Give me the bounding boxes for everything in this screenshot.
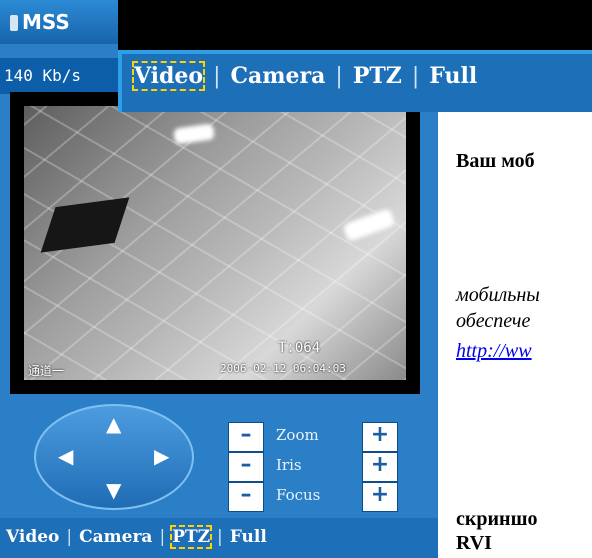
menu-separator: | (411, 63, 420, 89)
document-link[interactable]: http://ww (456, 340, 532, 363)
focus-control: – Focus + (228, 482, 398, 512)
menu-separator: | (217, 527, 223, 547)
menu-separator: | (335, 63, 343, 89)
focus-label: Focus (276, 486, 321, 504)
osd-time-label: T:064 (278, 340, 321, 356)
arrow-down-icon[interactable]: ▼ (106, 480, 121, 500)
osd-channel-label: 通道一 (28, 364, 65, 378)
iris-label: Iris (276, 456, 302, 474)
arrow-up-icon[interactable]: ▲ (106, 414, 121, 434)
bandwidth-readout: 140 Kb/s (0, 58, 122, 94)
document-heading: Ваш моб (456, 150, 535, 172)
overlay-menu-item-camera[interactable]: Camera (231, 63, 326, 89)
overlay-menu-item-full[interactable]: Full (429, 63, 477, 89)
arrow-right-icon[interactable]: ▶ (154, 446, 169, 466)
menu-item-video[interactable]: Video (6, 527, 59, 547)
focus-far-button[interactable]: + (362, 482, 398, 512)
camera-feed: T:064 通道一 2006-02-12 06:04:03 (24, 106, 406, 380)
zoom-control: – Zoom + (228, 422, 398, 452)
video-viewport[interactable]: T:064 通道一 2006-02-12 06:04:03 (10, 92, 420, 394)
iris-close-button[interactable]: – (228, 452, 264, 482)
app-title: MSS (22, 10, 70, 34)
zoom-in-button[interactable]: + (362, 422, 398, 452)
focus-near-button[interactable]: – (228, 482, 264, 512)
zoom-out-button[interactable]: – (228, 422, 264, 452)
menu-separator: | (66, 527, 73, 547)
phone-icon (10, 15, 18, 31)
overlay-menu-bar: Video | Camera | PTZ | Full (118, 50, 592, 112)
document-caption: скриншо (456, 508, 538, 530)
document-italic-line: обеспече (456, 310, 531, 332)
menu-item-full[interactable]: Full (230, 527, 267, 547)
arrow-left-icon[interactable]: ◀ (58, 446, 73, 466)
document-caption: RVI (456, 532, 492, 554)
app-title-bar: MSS (0, 0, 120, 44)
overlay-menu-item-video[interactable]: Video (131, 61, 206, 91)
document-italic-line: мобильны (456, 284, 540, 306)
bottom-menu-bar: Video | Camera | PTZ | Full (0, 518, 438, 558)
menu-item-camera[interactable]: Camera (79, 527, 152, 547)
menu-item-ptz[interactable]: PTZ (170, 525, 213, 549)
zoomed-menu-overlay: Video | Camera | PTZ | Full (118, 0, 592, 112)
iris-control: – Iris + (228, 452, 398, 482)
ptz-direction-pad[interactable]: ▲ ◀ ▶ ▼ (34, 404, 194, 510)
overlay-menu-item-ptz[interactable]: PTZ (353, 63, 402, 89)
menu-separator: | (159, 527, 166, 547)
iris-open-button[interactable]: + (362, 452, 398, 482)
osd-timestamp: 2006-02-12 06:04:03 (220, 362, 346, 375)
zoom-label: Zoom (276, 426, 319, 444)
menu-separator: | (213, 63, 221, 89)
